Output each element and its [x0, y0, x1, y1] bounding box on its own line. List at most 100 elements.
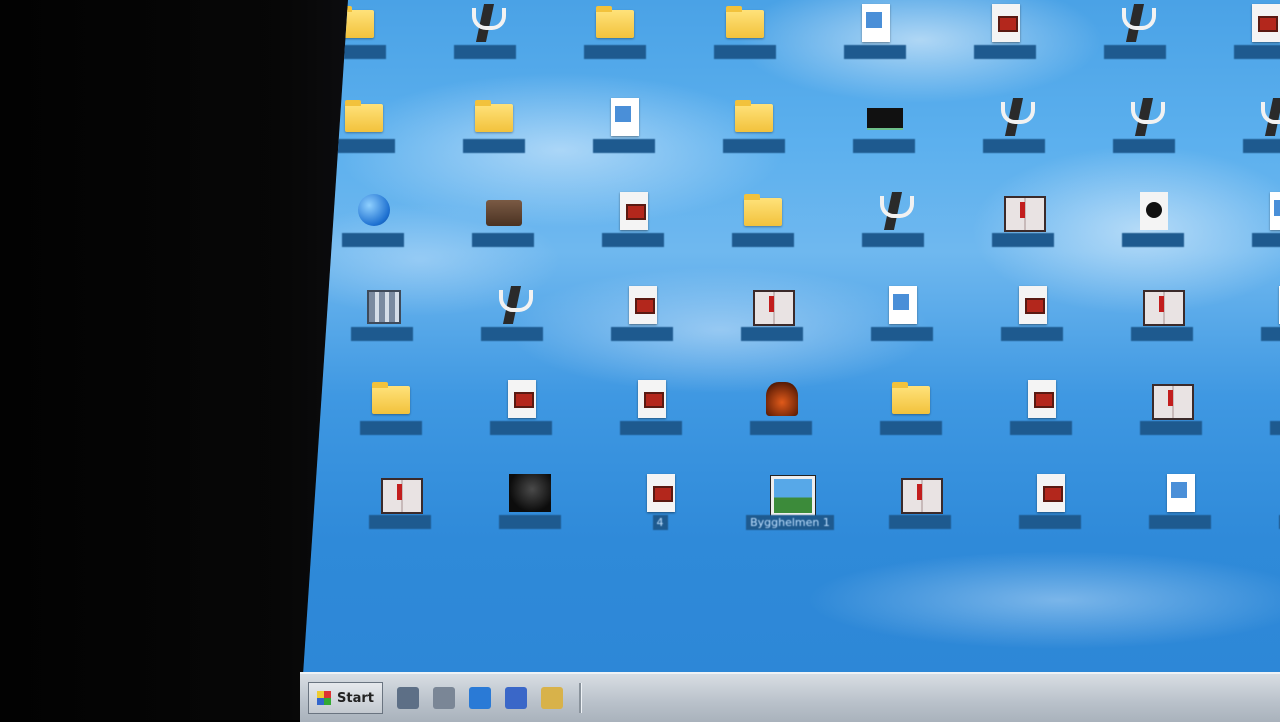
desktop-icon[interactable]	[396, 687, 419, 709]
desktop-icon-11[interactable]	[694, 98, 814, 153]
desktop-icon-19[interactable]	[703, 192, 823, 247]
desktop-icon-40[interactable]	[340, 474, 460, 529]
desktop-icon-46[interactable]	[1120, 474, 1240, 529]
desktop-icon-41[interactable]	[470, 474, 590, 529]
desktop-icon-label	[463, 139, 525, 153]
book-icon	[899, 474, 943, 514]
tulip-icon	[993, 98, 1035, 136]
book-icon	[1002, 192, 1046, 232]
desktop-icon-12[interactable]	[824, 98, 944, 153]
folder-icon[interactable]	[540, 687, 563, 709]
network-icon[interactable]	[432, 687, 455, 709]
desktop-icon-4[interactable]	[815, 4, 935, 59]
desktop-icon-label	[490, 421, 552, 435]
quick-launch	[383, 687, 563, 709]
desktop-icon-label	[1252, 233, 1280, 247]
book-icon	[751, 286, 795, 326]
desktop-icon-5[interactable]	[945, 4, 1065, 59]
desktop-icon-13[interactable]	[954, 98, 1074, 153]
desktop-icon-label	[1122, 233, 1184, 247]
desktop-icon-label	[1149, 515, 1211, 529]
desktop-icon-25[interactable]	[452, 286, 572, 341]
chest-icon	[482, 192, 524, 230]
doc-icon	[621, 286, 663, 324]
desktop-icon-6[interactable]	[1075, 4, 1195, 59]
desktop[interactable]: 4 Bygghelmen 1	[300, 0, 1280, 720]
desktop-icon-24[interactable]	[322, 286, 442, 341]
desktop-icon-2[interactable]	[555, 4, 675, 59]
desktop-icon-label	[342, 233, 404, 247]
desktop-icon-label: Bygghelmen 1	[746, 515, 834, 530]
desktop-icon-37[interactable]	[981, 380, 1101, 435]
desktop-icon-33[interactable]	[461, 380, 581, 435]
folder-icon	[724, 4, 766, 42]
desktop-icon-29[interactable]	[972, 286, 1092, 341]
desktop-icon-label	[750, 421, 812, 435]
desktop-icon-45[interactable]	[990, 474, 1110, 529]
desktop-icon-22[interactable]	[1093, 192, 1213, 247]
desktop-icon-35[interactable]	[721, 380, 841, 435]
desktop-icon-label	[584, 45, 646, 59]
dark-icon	[509, 474, 551, 512]
desktop-icon-label	[844, 45, 906, 59]
desktop-icon-39[interactable]	[1241, 380, 1280, 435]
desktop-icon-14[interactable]	[1084, 98, 1204, 153]
desktop-icon-label	[620, 421, 682, 435]
desktop-icon-18[interactable]	[573, 192, 693, 247]
desktop-icon-47[interactable]	[1250, 474, 1280, 529]
fire-icon	[760, 380, 802, 418]
desktop-icon-20[interactable]	[833, 192, 953, 247]
ie-icon[interactable]	[468, 687, 491, 709]
desktop-icon-3[interactable]	[685, 4, 805, 59]
book-icon	[379, 474, 423, 514]
tulip-icon	[491, 286, 533, 324]
start-button[interactable]: Start	[308, 682, 383, 714]
globe-icon	[352, 192, 394, 230]
desktop-icon-32[interactable]	[331, 380, 451, 435]
desktop-icon-label	[1243, 139, 1280, 153]
disc-icon	[1132, 192, 1174, 230]
desktop-icon-28[interactable]	[842, 286, 962, 341]
desktop-icon-label	[1140, 421, 1202, 435]
desktop-icon-36[interactable]	[851, 380, 971, 435]
doc-icon	[984, 4, 1026, 42]
desktop-icon-label	[593, 139, 655, 153]
desktop-icon-34[interactable]	[591, 380, 711, 435]
desktop-icon-38[interactable]	[1111, 380, 1231, 435]
desktop-icon-9[interactable]	[434, 98, 554, 153]
windows-logo-icon	[317, 691, 331, 705]
media-player-icon[interactable]	[504, 687, 527, 709]
desktop-icon-label	[1001, 327, 1063, 341]
desktop-icon-7[interactable]	[1205, 4, 1280, 59]
desktop-icon-44[interactable]	[860, 474, 980, 529]
desktop-icon-42[interactable]: 4	[600, 474, 720, 530]
doc-icon	[639, 474, 681, 512]
page-icon	[1262, 192, 1280, 230]
desktop-icon-43[interactable]: Bygghelmen 1	[730, 474, 850, 530]
desktop-icon-1[interactable]	[425, 4, 545, 59]
desktop-icon-label	[454, 45, 516, 59]
desktop-icon-label	[481, 327, 543, 341]
desktop-icon-label	[602, 233, 664, 247]
desktop-icon-26[interactable]	[582, 286, 702, 341]
desktop-icon-10[interactable]	[564, 98, 684, 153]
desktop-icon-15[interactable]	[1214, 98, 1280, 153]
desktop-icon-31[interactable]	[1232, 286, 1280, 341]
tulip-icon	[1253, 98, 1280, 136]
taskbar-separator	[578, 683, 581, 713]
doc-icon	[500, 380, 542, 418]
desktop-icon-27[interactable]	[712, 286, 832, 341]
pict-icon	[769, 474, 815, 516]
page-icon	[1159, 474, 1201, 512]
desktop-icon-label	[741, 327, 803, 341]
desktop-icon-23[interactable]	[1223, 192, 1280, 247]
desktop-icon-label	[360, 421, 422, 435]
page-icon	[1271, 286, 1280, 324]
desktop-icon-21[interactable]	[963, 192, 1083, 247]
desktop-icon-label	[1270, 421, 1280, 435]
page-icon	[881, 286, 923, 324]
desktop-icon-30[interactable]	[1102, 286, 1222, 341]
desktop-icon-17[interactable]	[443, 192, 563, 247]
tulip-icon	[1123, 98, 1165, 136]
start-label: Start	[337, 690, 374, 706]
